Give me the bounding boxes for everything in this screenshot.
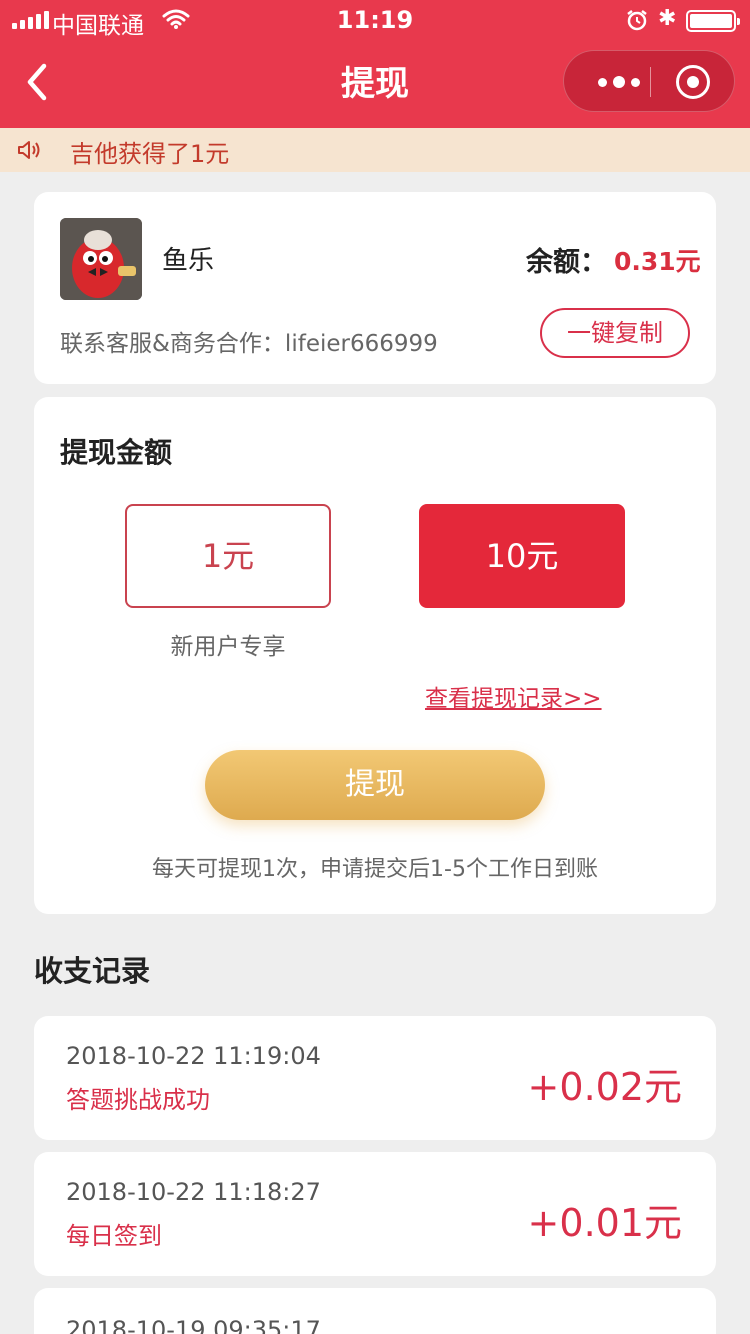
copy-button[interactable]: 一键复制 bbox=[540, 308, 690, 358]
record-desc: 答题挑战成功 bbox=[66, 1086, 210, 1114]
contact-info: 联系客服&商务合作：lifeier666999 bbox=[60, 331, 438, 357]
records-title: 收支记录 bbox=[34, 954, 151, 988]
record-amount: +0.01元 bbox=[527, 1201, 682, 1245]
mini-program-capsule bbox=[563, 50, 735, 112]
list-item: 2018-10-22 11:19:04 答题挑战成功 +0.02元 bbox=[34, 1016, 716, 1140]
record-time: 2018-10-19 09:35:17 bbox=[66, 1316, 321, 1334]
record-desc: 每日签到 bbox=[66, 1222, 162, 1250]
alarm-icon bbox=[627, 10, 647, 31]
withdraw-amount-title: 提现金额 bbox=[60, 436, 173, 469]
battery-icon bbox=[686, 10, 740, 32]
list-item: 2018-10-19 09:35:17 bbox=[34, 1288, 716, 1334]
record-time: 2018-10-22 11:19:04 bbox=[66, 1042, 321, 1070]
withdraw-history-link[interactable]: 查看提现记录>> bbox=[425, 679, 602, 713]
status-bar: 中国联通 11:19 ✱ bbox=[0, 0, 750, 40]
balance-value: 0.31元 bbox=[614, 247, 701, 276]
withdraw-button[interactable]: 提现 bbox=[205, 750, 545, 820]
capsule-divider bbox=[650, 67, 651, 97]
amount-option-10[interactable]: 10元 bbox=[419, 504, 625, 608]
balance-label: 余额： bbox=[526, 247, 607, 278]
amount-option-1[interactable]: 1元 bbox=[125, 504, 331, 608]
new-user-note: 新用户专享 bbox=[170, 634, 286, 660]
withdraw-card: 提现金额 1元 10元 新用户专享 查看提现记录>> 提现 每天可提现1次，申请… bbox=[34, 397, 716, 914]
list-item: 2018-10-22 11:18:27 每日签到 +0.01元 bbox=[34, 1152, 716, 1276]
notice-bar: 吉他获得了1元 bbox=[0, 128, 750, 172]
speaker-icon bbox=[18, 141, 40, 159]
avatar bbox=[60, 218, 142, 300]
top-bar: 中国联通 11:19 ✱ 提现 bbox=[0, 0, 750, 128]
notice-text: 吉他获得了1元 bbox=[70, 140, 230, 168]
bluetooth-icon: ✱ bbox=[658, 6, 677, 31]
record-amount: +0.02元 bbox=[527, 1065, 682, 1109]
more-icon[interactable] bbox=[588, 51, 650, 113]
close-target-icon[interactable] bbox=[676, 65, 710, 99]
withdraw-tips: 每天可提现1次，申请提交后1-5个工作日到账 bbox=[152, 857, 598, 882]
user-card: 鱼乐 余额： 0.31元 联系客服&商务合作：lifeier666999 一键复… bbox=[34, 192, 716, 384]
user-name: 鱼乐 bbox=[162, 246, 215, 276]
record-time: 2018-10-22 11:18:27 bbox=[66, 1178, 321, 1206]
